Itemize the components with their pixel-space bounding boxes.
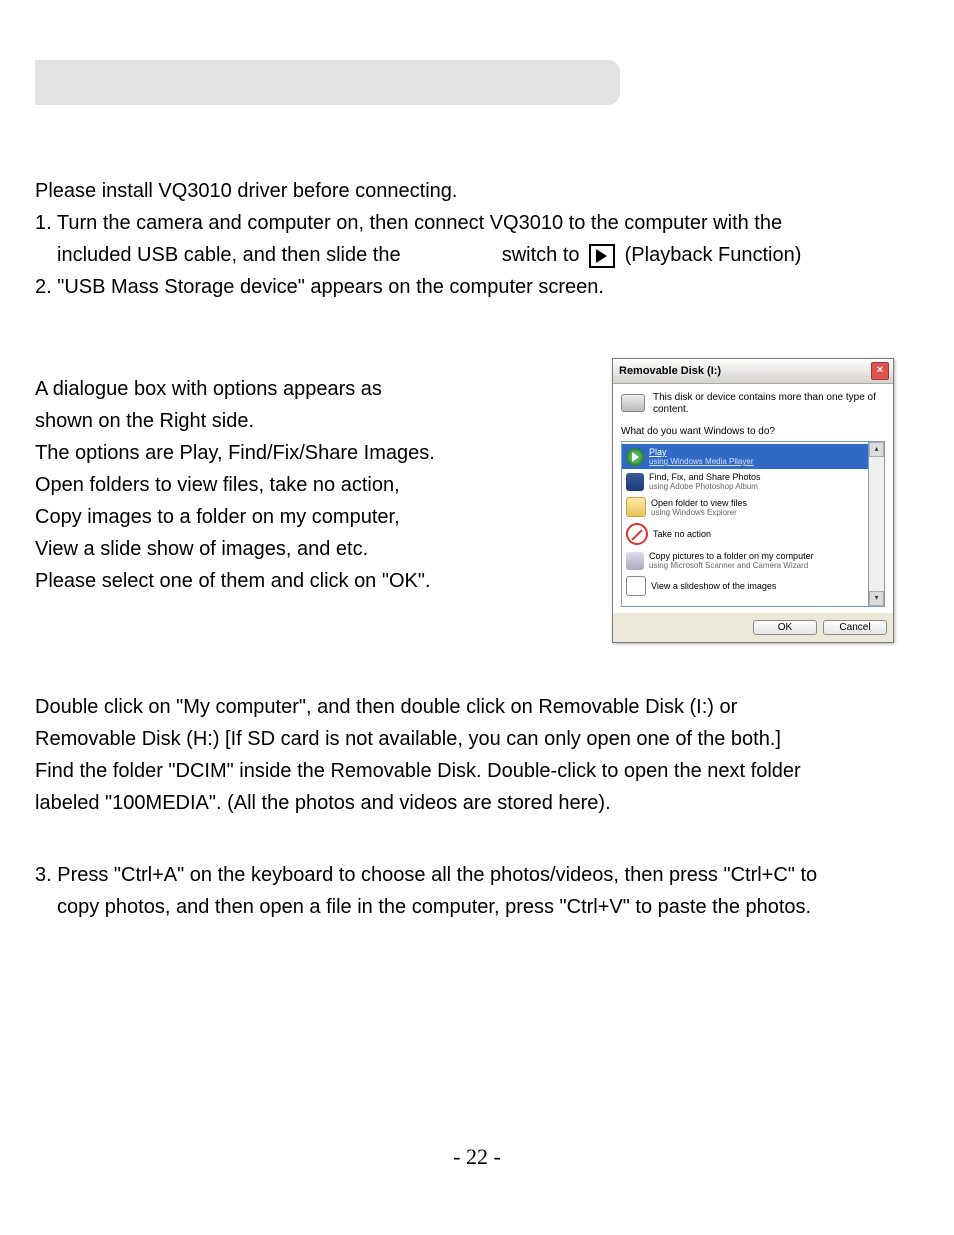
dialog-prompt: What do you want Windows to do?: [621, 426, 885, 437]
playback-icon: [589, 244, 615, 268]
option-slideshow[interactable]: View a slideshow of the images: [622, 573, 868, 599]
option-open-folder[interactable]: Open folder to view filesusing Windows E…: [622, 494, 868, 520]
step-3-line-1: 3. Press "Ctrl+A" on the keyboard to cho…: [35, 859, 894, 891]
dialogue-desc-7: Please select one of them and click on "…: [35, 565, 582, 597]
scroll-down-icon[interactable]: ▾: [869, 591, 884, 606]
play-icon: [626, 448, 644, 466]
autoplay-dialog: Removable Disk (I:) × This disk or devic…: [612, 358, 894, 643]
copy-icon: [626, 552, 644, 570]
disk-icon: [621, 394, 645, 412]
dialogue-desc-3: The options are Play, Find/Fix/Share Ima…: [35, 437, 582, 469]
option-find-fix-share[interactable]: Find, Fix, and Share Photosusing Adobe P…: [622, 469, 868, 494]
cancel-button[interactable]: Cancel: [823, 620, 887, 635]
no-action-icon: [626, 523, 648, 545]
option-play[interactable]: Playusing Windows Media Pllayer: [622, 444, 868, 469]
scroll-up-icon[interactable]: ▴: [869, 442, 884, 457]
page-number: - 22 -: [0, 1144, 954, 1170]
dialogue-desc-4: Open folders to view files, take no acti…: [35, 469, 582, 501]
step-3-line-2: copy photos, and then open a file in the…: [35, 891, 894, 923]
dialogue-desc-6: View a slide show of images, and etc.: [35, 533, 582, 565]
photo-icon: [626, 473, 644, 491]
step-1-line-1: 1. Turn the camera and computer on, then…: [35, 207, 894, 239]
para2-line-1: Double click on "My computer", and then …: [35, 691, 894, 723]
dialog-option-list[interactable]: Playusing Windows Media Pllayer Find, Fi…: [621, 441, 869, 607]
scrollbar[interactable]: ▴ ▾: [869, 441, 885, 607]
step-1-switch-word: switch to: [502, 244, 580, 266]
close-icon[interactable]: ×: [871, 362, 889, 380]
step-1-line-2: included USB cable, and then slide the s…: [35, 239, 894, 271]
step-2: 2. "USB Mass Storage device" appears on …: [35, 271, 894, 303]
dialogue-desc-2: shown on the Right side.: [35, 405, 582, 437]
dialog-intro: This disk or device contains more than o…: [653, 392, 885, 416]
dialogue-desc-5: Copy images to a folder on my computer,: [35, 501, 582, 533]
dialog-title: Removable Disk (I:): [619, 365, 721, 377]
option-take-no-action[interactable]: Take no action: [622, 520, 868, 548]
step-1-right: (Playback Function): [625, 244, 802, 266]
para2-line-2: Removable Disk (H:) [If SD card is not a…: [35, 723, 894, 755]
para2-line-3: Find the folder "DCIM" inside the Remova…: [35, 755, 894, 787]
para2-line-4: labeled "100MEDIA". (All the photos and …: [35, 787, 894, 819]
folder-icon: [626, 497, 646, 517]
option-copy-pictures[interactable]: Copy pictures to a folder on my computer…: [622, 548, 868, 573]
section-header-bar: [35, 60, 620, 105]
step-1-left: included USB cable, and then slide the: [57, 244, 401, 266]
intro-text: Please install VQ3010 driver before conn…: [35, 175, 894, 207]
slideshow-icon: [626, 576, 646, 596]
ok-button[interactable]: OK: [753, 620, 817, 635]
dialogue-desc-1: A dialogue box with options appears as: [35, 373, 582, 405]
